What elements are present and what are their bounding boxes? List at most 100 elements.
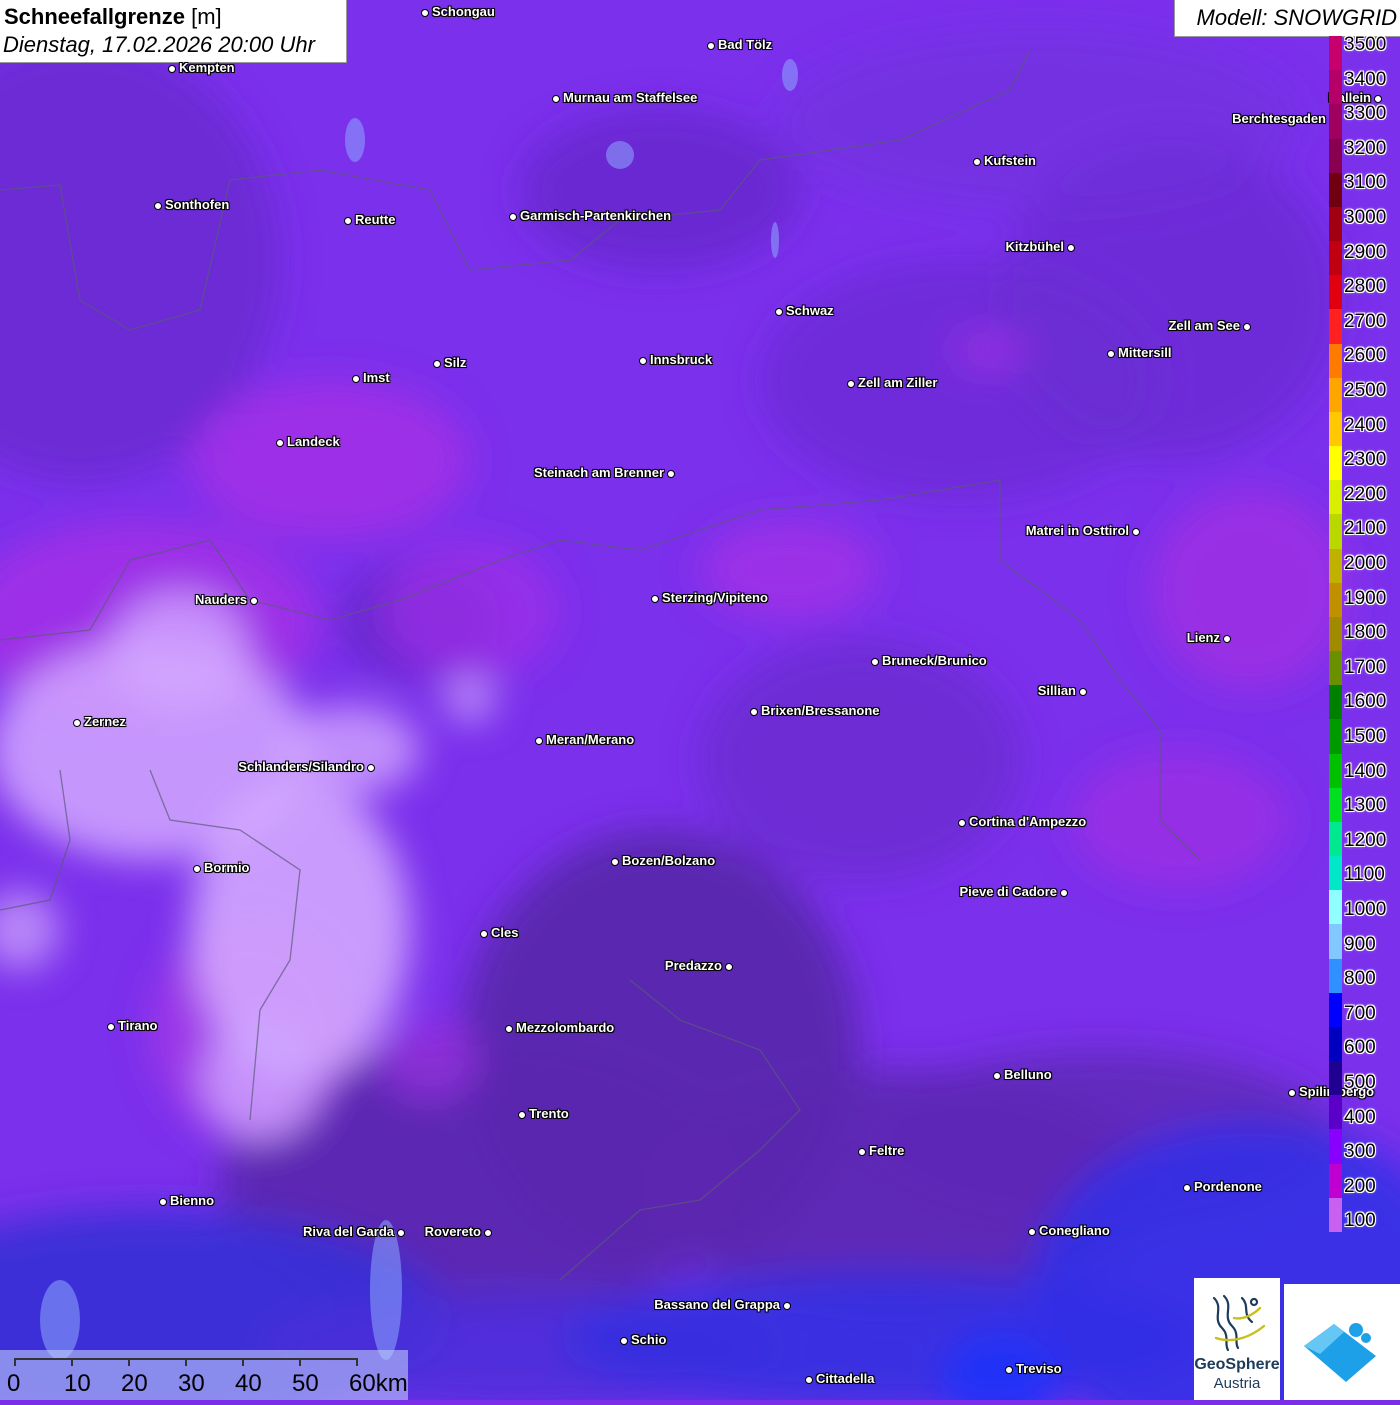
legend-swatch <box>1329 958 1342 994</box>
legend-swatch <box>1329 753 1342 789</box>
legend-swatch <box>1329 1163 1342 1199</box>
legend-swatch <box>1329 138 1342 174</box>
city-label: Steinach am Brenner <box>533 465 664 480</box>
legend-label: 2000 <box>1344 553 1387 574</box>
map-datetime: Dienstag, 17.02.2026 20:00 Uhr <box>3 32 315 57</box>
legend-swatch <box>1329 1026 1342 1062</box>
city-dot-icon <box>847 380 855 388</box>
city-dot-icon <box>1028 1228 1036 1236</box>
city-dot-icon <box>193 865 201 873</box>
weather-app-logo[interactable] <box>1284 1284 1400 1400</box>
legend-label: 300 <box>1344 1141 1376 1163</box>
city-label: Predazzo <box>664 958 722 973</box>
legend-swatch <box>1329 582 1342 618</box>
legend-swatch <box>1329 36 1342 71</box>
scale-tick <box>299 1358 301 1366</box>
city-dot-icon <box>73 719 81 727</box>
city-dot-icon <box>993 1072 1001 1080</box>
scale-bar: 0 10 20 30 40 50 60km <box>0 1350 408 1400</box>
city-dot-icon <box>352 375 360 383</box>
city-dot-icon <box>1107 350 1115 358</box>
legend-swatch <box>1329 890 1342 925</box>
legend-label: 1900 <box>1344 587 1387 609</box>
legend-label: 1700 <box>1344 656 1387 678</box>
city-dot-icon <box>1374 95 1382 103</box>
city-dot-icon <box>107 1023 115 1031</box>
scale-label: 60km <box>349 1370 408 1397</box>
city-label: Cles <box>491 925 519 940</box>
city-dot-icon <box>620 1337 628 1345</box>
house-snow-icon <box>1304 1323 1376 1382</box>
city-label: Bruneck/Brunico <box>882 653 987 668</box>
legend-swatch <box>1329 1061 1342 1096</box>
city-dot-icon <box>775 308 783 316</box>
city-dot-icon <box>707 42 715 50</box>
legend-swatch <box>1329 480 1342 515</box>
legend-swatch <box>1329 411 1342 447</box>
legend-label: 2400 <box>1344 414 1387 436</box>
city-label: Bad Tölz <box>718 37 773 52</box>
city-dot-icon <box>154 202 162 210</box>
city-dot-icon <box>1183 1184 1191 1192</box>
city-label: Treviso <box>1016 1361 1062 1376</box>
city-dot-icon <box>858 1148 866 1156</box>
city-dot-icon <box>1005 1366 1013 1374</box>
city-dot-icon <box>159 1198 167 1206</box>
legend-label: 1800 <box>1344 622 1387 644</box>
city-label: Zell am Ziller <box>858 375 938 390</box>
legend-label: 800 <box>1344 968 1376 990</box>
geosphere-logo[interactable]: GeoSphere Austria <box>1194 1278 1280 1400</box>
city-label: Sterzing/Vipiteno <box>662 590 768 605</box>
city-dot-icon <box>518 1111 526 1119</box>
legend-swatch <box>1329 309 1342 345</box>
city-label: Matrei in Osttirol <box>1025 523 1129 538</box>
legend-label: 3200 <box>1344 137 1387 159</box>
city-label: Belluno <box>1004 1067 1052 1082</box>
city-dot-icon <box>168 65 176 73</box>
city-dot-icon <box>611 858 619 866</box>
city-label: Pieve di Cadore <box>959 884 1057 899</box>
city-dot-icon <box>1067 244 1075 252</box>
city-dot-icon <box>871 658 879 666</box>
city-label: Conegliano <box>1039 1223 1110 1238</box>
legend-label: 2500 <box>1344 380 1387 401</box>
legend-label: 3400 <box>1344 68 1387 90</box>
legend-label: 3300 <box>1344 103 1387 125</box>
geosphere-icon <box>1212 1294 1266 1352</box>
legend-label: 3000 <box>1344 207 1387 228</box>
scale-tick <box>71 1358 73 1366</box>
city-label: Silz <box>444 355 467 370</box>
geosphere-logo-line2: Austria <box>1213 1375 1261 1392</box>
scale-label: 10 <box>64 1370 91 1397</box>
legend-label: 2900 <box>1344 241 1387 263</box>
legend-label: 1400 <box>1344 760 1387 782</box>
color-legend <box>1329 36 1342 1233</box>
city-label: Imst <box>363 370 390 385</box>
legend-swatch <box>1329 651 1342 686</box>
city-label: Sonthofen <box>165 197 230 212</box>
city-label: Berchtesgaden <box>1232 111 1326 126</box>
legend-swatch <box>1329 343 1342 379</box>
city-label: Cittadella <box>816 1371 875 1386</box>
city-dot-icon <box>397 1229 405 1237</box>
city-dot-icon <box>509 213 517 221</box>
city-dot-icon <box>367 764 375 772</box>
legend-swatch <box>1329 446 1342 481</box>
city-label: Murnau am Staffelsee <box>563 90 698 105</box>
city-label: Innsbruck <box>650 352 713 367</box>
city-label: Bormio <box>204 860 250 875</box>
legend-label: 400 <box>1344 1106 1376 1128</box>
legend-swatch <box>1329 992 1342 1028</box>
city-dot-icon <box>958 819 966 827</box>
scale-label: 40 <box>235 1370 262 1397</box>
city-label: Nauders <box>194 592 247 607</box>
city-label: Schongau <box>432 4 495 19</box>
legend-swatch <box>1329 856 1342 891</box>
legend-swatch <box>1329 548 1342 584</box>
scale-label: 20 <box>121 1370 148 1397</box>
scale-tick <box>242 1358 244 1366</box>
legend-label: 1000 <box>1344 899 1387 920</box>
legend-swatch <box>1329 1197 1342 1233</box>
city-dot-icon <box>433 360 441 368</box>
legend-label: 700 <box>1344 1002 1376 1024</box>
